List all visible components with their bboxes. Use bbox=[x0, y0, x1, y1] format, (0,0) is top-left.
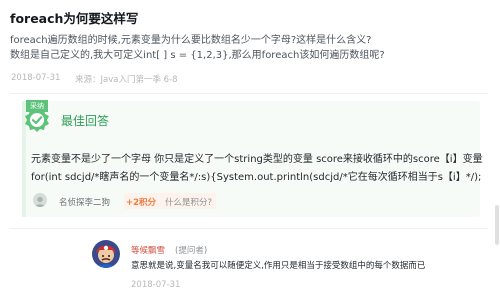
reply-avatar[interactable] bbox=[92, 240, 120, 268]
best-answer-label: 最佳回答 bbox=[61, 114, 110, 128]
answerer-name[interactable]: 名侦探李二狗 bbox=[59, 196, 110, 208]
question-body-line-2: 数组是自己定义的,我大可定义int[ ] s = {1,2,3},那么用fore… bbox=[10, 50, 385, 61]
points-help-link[interactable]: 什么是积分? bbox=[165, 196, 212, 208]
answerer-avatar[interactable] bbox=[33, 193, 47, 207]
question-source-link[interactable]: 来源：Java入门第一季 6-8 bbox=[75, 73, 178, 85]
reply-author-name[interactable]: 等候飘雪 bbox=[131, 244, 165, 256]
best-answer-badge-icon bbox=[25, 108, 49, 132]
divider bbox=[10, 228, 488, 229]
answer-text-line-1: 元素变量不是少了一个字母 你只是定义了一个string类型的变量 score来接… bbox=[31, 154, 483, 165]
points-value: +2积分 bbox=[126, 198, 157, 208]
reply-text: 意思就是说,变量名我可以随便定义,作用只是相当于接受数组中的每个数据而已 bbox=[131, 261, 426, 271]
reply-author-role: (提问者) bbox=[175, 246, 208, 256]
answer-text-line-2: for(int sdcjd/*瞎声名的一个变量名*/:s){System.out… bbox=[31, 172, 482, 183]
question-title: foreach为何要这样写 bbox=[10, 11, 139, 26]
divider bbox=[10, 93, 488, 94]
question-date: 2018-07-31 bbox=[11, 73, 61, 83]
scrollbar[interactable] bbox=[495, 205, 499, 245]
reply-date: 2018-07-31 bbox=[131, 280, 181, 290]
question-body-line-1: foreach遍历数组的时候,元素变量为什么要比数组名少一个字母?这样是什么含义… bbox=[10, 35, 372, 46]
